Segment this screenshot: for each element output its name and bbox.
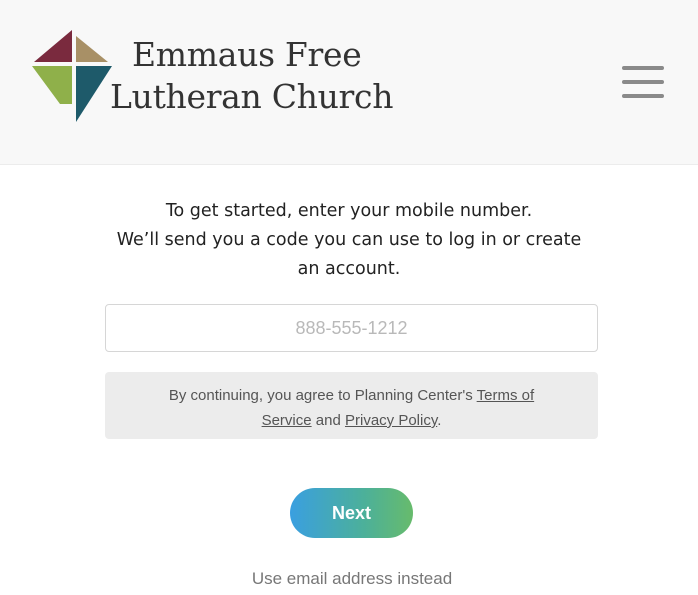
hamburger-menu-icon[interactable] [622, 66, 664, 98]
menu-bar-top [622, 66, 664, 70]
menu-bar-bottom [622, 94, 664, 98]
church-name-line2: Lutheran Church [110, 77, 394, 116]
cross-logo-icon[interactable] [30, 28, 115, 124]
next-button[interactable]: Next [290, 488, 413, 538]
terms-prefix: By continuing, you agree to Planning Cen… [168, 387, 477, 404]
terms-notice: By continuing, you agree to Planning Cen… [105, 372, 598, 439]
use-email-link[interactable]: Use email address instead [0, 569, 698, 589]
mobile-number-input[interactable] [105, 304, 598, 352]
intro-text: To get started, enter your mobile number… [100, 197, 598, 284]
logo-quadrant-top-right [76, 36, 108, 62]
privacy-policy-link[interactable]: Privacy Policy [345, 412, 437, 429]
church-name-line1: Emmaus Free [132, 35, 362, 74]
logo-quadrant-bottom-right [76, 66, 112, 122]
menu-bar-middle [622, 80, 664, 84]
terms-and: and [311, 412, 345, 429]
intro-line2: We’ll send you a code you can use to log… [116, 230, 582, 250]
intro-line3: an account. [297, 259, 401, 279]
intro-line1: To get started, enter your mobile number… [165, 201, 533, 221]
header: Emmaus Free Lutheran Church [0, 0, 698, 165]
logo-quadrant-top-left [34, 30, 72, 62]
logo-quadrant-bottom-left [32, 66, 72, 104]
terms-suffix: . [437, 412, 442, 429]
church-name[interactable]: Emmaus Free Lutheran Church [110, 34, 393, 118]
